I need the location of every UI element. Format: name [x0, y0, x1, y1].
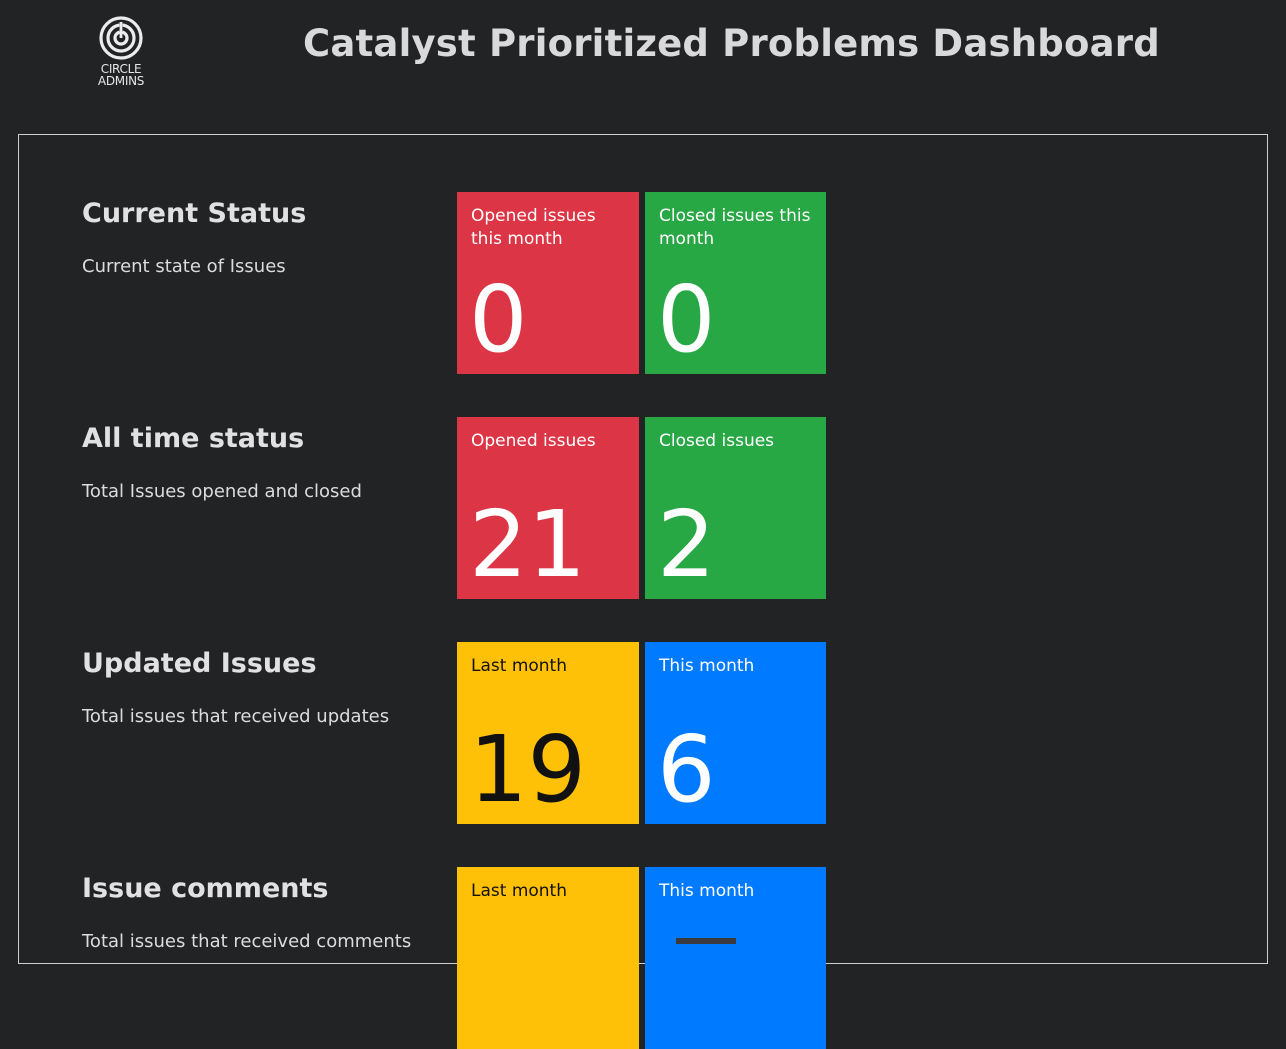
- tile-value: 19: [469, 716, 587, 823]
- logo-text: CIRCLE ADMINS: [97, 62, 145, 88]
- tile-updated-this-month: This month 6: [645, 642, 826, 824]
- section-description: Total Issues opened and closed: [82, 481, 362, 502]
- tile-opened-issues-this-month: Opened issues this month 0: [457, 192, 639, 374]
- tile-value: 0: [657, 266, 716, 373]
- page-title: Catalyst Prioritized Problems Dashboard: [303, 22, 1160, 65]
- section-description: Total issues that received updates: [82, 706, 390, 727]
- tile-value: 6: [657, 716, 716, 823]
- tile-closed-issues: Closed issues 2: [645, 417, 826, 599]
- tile-label: This month: [659, 881, 755, 901]
- tile-comments-this-month: This month: [645, 867, 826, 1049]
- section-updated-issues: Updated Issues Total issues that receive…: [82, 642, 1232, 824]
- section-heading: All time status: [82, 423, 305, 454]
- tile-value: 0: [469, 266, 528, 373]
- horizontal-scrollbar-thumb[interactable]: [676, 938, 736, 944]
- tile-label: Opened issues this month: [471, 206, 596, 249]
- dashboard-panel: Current Status Current state of Issues O…: [18, 134, 1268, 1049]
- tile-comments-last-month: Last month: [457, 867, 639, 1049]
- tile-value: 2: [657, 491, 716, 598]
- section-description: Total issues that received comments: [82, 931, 412, 952]
- tile-label: Closed issues this month: [659, 206, 811, 249]
- section-description: Current state of Issues: [82, 256, 286, 277]
- tile-label: Opened issues: [471, 431, 596, 451]
- tile-label: This month: [659, 656, 755, 676]
- tile-label: Last month: [471, 881, 567, 901]
- section-heading: Current Status: [82, 198, 307, 229]
- tile-label: Closed issues: [659, 431, 775, 451]
- tile-label: Last month: [471, 656, 567, 676]
- section-heading: Updated Issues: [82, 648, 317, 679]
- tile-closed-issues-this-month: Closed issues this month 0: [645, 192, 826, 374]
- tile-value: 21: [469, 491, 587, 598]
- section-current-status: Current Status Current state of Issues O…: [82, 192, 1232, 374]
- tile-opened-issues: Opened issues 21: [457, 417, 639, 599]
- section-all-time-status: All time status Total Issues opened and …: [82, 417, 1232, 599]
- concentric-circles-icon: [99, 16, 143, 60]
- tile-updated-last-month: Last month 19: [457, 642, 639, 824]
- section-heading: Issue comments: [82, 873, 329, 904]
- circle-admins-logo[interactable]: CIRCLE ADMINS: [92, 16, 150, 96]
- header: CIRCLE ADMINS Catalyst Prioritized Probl…: [0, 0, 1286, 134]
- section-issue-comments: Issue comments Total issues that receive…: [82, 867, 1232, 1049]
